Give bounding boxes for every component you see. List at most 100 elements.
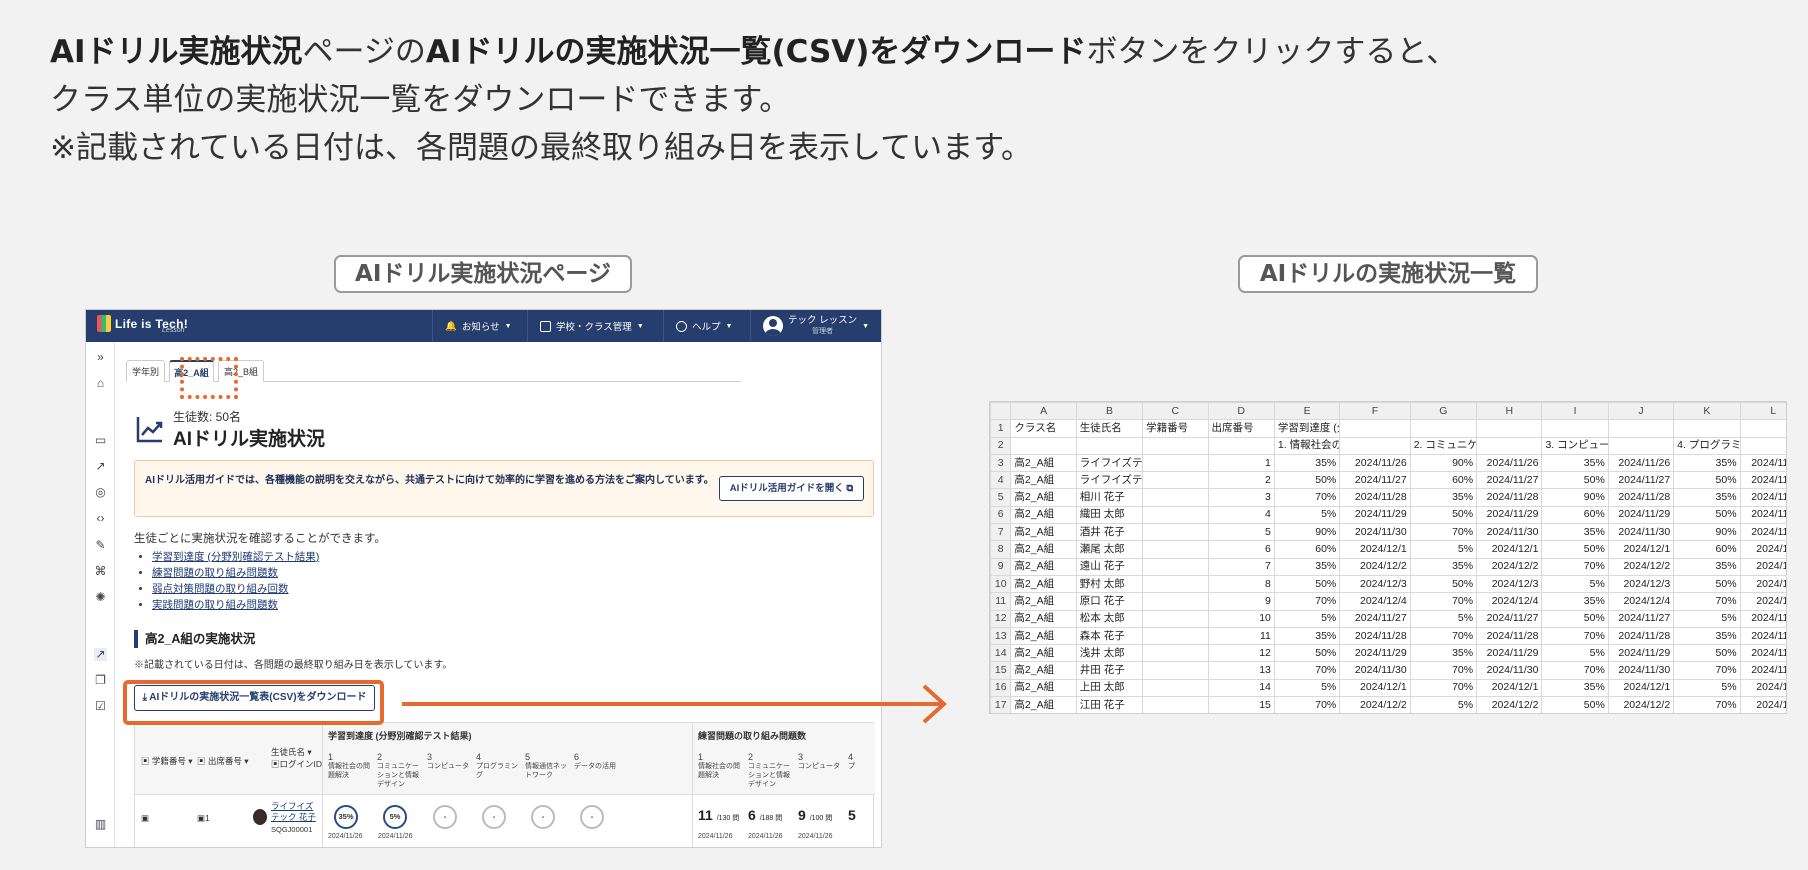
sheet-cell[interactable]: 高2_A組 bbox=[1010, 592, 1077, 611]
sheet-cell[interactable]: 35% bbox=[1273, 626, 1341, 646]
sheet-cell[interactable]: 高2_A組 bbox=[1010, 523, 1077, 542]
tab-grade[interactable]: 学年別 bbox=[126, 360, 165, 382]
trend-icon[interactable]: ↗ bbox=[94, 460, 107, 473]
sheet-cell[interactable]: 50% bbox=[1673, 644, 1741, 663]
sheet-cell[interactable]: 35% bbox=[1273, 453, 1341, 473]
sheet-cell[interactable]: 70% bbox=[1273, 661, 1341, 680]
sheet-cell[interactable] bbox=[1142, 574, 1209, 594]
sheet-cell[interactable]: 2024/12/3 bbox=[1476, 574, 1543, 594]
check-circle-icon[interactable]: ◎ bbox=[94, 486, 107, 499]
sheet-cell[interactable]: 35% bbox=[1541, 453, 1609, 473]
sheet-cell[interactable]: 2024/12/4 bbox=[1339, 592, 1411, 611]
sheet-cell[interactable]: 11 bbox=[1207, 626, 1275, 646]
sheet-cell[interactable]: 60% bbox=[1541, 505, 1609, 525]
sheet-row-number[interactable]: 6 bbox=[990, 505, 1012, 525]
home-icon[interactable]: ⌂ bbox=[94, 377, 107, 390]
sheet-cell[interactable]: 森本 花子 bbox=[1075, 626, 1144, 646]
sheet-cell[interactable]: 70% bbox=[1541, 661, 1609, 680]
sheet-cell[interactable]: 70% bbox=[1673, 592, 1741, 611]
sheet-cell[interactable]: 野村 太郎 bbox=[1075, 574, 1144, 594]
sheet-cell[interactable]: 5% bbox=[1673, 609, 1741, 628]
open-guide-button[interactable]: AIドリル活用ガイドを開く ⧉ bbox=[719, 476, 864, 501]
sheet-cell[interactable]: 70% bbox=[1541, 557, 1609, 576]
sheet-cell[interactable]: 60% bbox=[1409, 471, 1478, 490]
sheet-cell[interactable]: 70% bbox=[1409, 661, 1478, 680]
sheet-cell[interactable]: 2024/11/28 bbox=[1739, 488, 1786, 507]
sheet-cell[interactable]: 3 bbox=[1207, 488, 1275, 507]
sheet-cell[interactable]: 35% bbox=[1673, 453, 1741, 473]
sheet-cell[interactable]: 35% bbox=[1409, 488, 1478, 507]
sheet-cell[interactable] bbox=[1142, 540, 1209, 559]
sheet-cell[interactable] bbox=[1541, 419, 1609, 438]
sheet-cell[interactable] bbox=[1142, 471, 1209, 490]
sheet-cell[interactable]: 2024/12/2 bbox=[1607, 696, 1675, 713]
sheet-cell[interactable] bbox=[1607, 419, 1675, 438]
sheet-cell[interactable]: 90% bbox=[1273, 523, 1341, 542]
sheet-cell[interactable]: 2024/11/28 bbox=[1739, 626, 1786, 646]
sheet-cell[interactable]: 遠山 花子 bbox=[1075, 557, 1144, 576]
sheet-row-number[interactable]: 7 bbox=[990, 523, 1012, 542]
sheet-cell[interactable]: 2. コミュニケーションと情報デザイン bbox=[1409, 436, 1478, 455]
sheet-cell[interactable] bbox=[1739, 419, 1786, 438]
sheet-cell[interactable]: 5% bbox=[1409, 540, 1478, 559]
sheet-cell[interactable] bbox=[1142, 557, 1209, 576]
sheet-cell[interactable]: 10 bbox=[1207, 609, 1275, 628]
sheet-column-header[interactable]: A bbox=[1010, 402, 1077, 421]
row-student-name[interactable]: ライフイズテック 花子 bbox=[271, 801, 321, 823]
sheet-cell[interactable]: 70% bbox=[1541, 626, 1609, 646]
sheet-cell[interactable]: ライフイズテック 花子 bbox=[1075, 453, 1144, 473]
sheet-cell[interactable]: 2024/12/1 bbox=[1339, 540, 1411, 559]
sheet-cell[interactable]: 2 bbox=[1207, 471, 1275, 490]
sheet-cell[interactable]: 70% bbox=[1409, 626, 1478, 646]
link-weakness[interactable]: 弱点対策問題の取り組み回数 bbox=[152, 581, 319, 597]
sheet-cell[interactable]: 13 bbox=[1207, 661, 1275, 680]
sheet-cell[interactable]: 4 bbox=[1207, 505, 1275, 525]
sheet-cell[interactable]: 14 bbox=[1207, 678, 1275, 698]
sheet-cell[interactable]: 50% bbox=[1409, 505, 1478, 525]
sheet-column-header[interactable]: G bbox=[1409, 402, 1478, 421]
sheet-cell[interactable]: 江田 花子 bbox=[1075, 696, 1144, 713]
sheet-cell[interactable]: 2024/11/27 bbox=[1339, 609, 1411, 628]
sheet-cell[interactable]: 2024/11/29 bbox=[1476, 644, 1543, 663]
sheet-cell[interactable]: 35% bbox=[1673, 488, 1741, 507]
sheet-cell[interactable]: 2024/11/26 bbox=[1739, 453, 1786, 473]
sheet-cell[interactable]: 50% bbox=[1673, 574, 1741, 594]
sheet-cell[interactable]: 4. プログラミング bbox=[1673, 436, 1741, 455]
checklist-icon[interactable]: ☑ bbox=[94, 700, 107, 713]
sheet-cell[interactable]: 5% bbox=[1673, 678, 1741, 698]
sheet-cell[interactable]: 5% bbox=[1409, 609, 1478, 628]
sheet-cell[interactable]: 5% bbox=[1273, 505, 1341, 525]
sheet-cell[interactable]: 35% bbox=[1541, 592, 1609, 611]
sheet-cell[interactable] bbox=[1207, 436, 1275, 455]
sheet-cell[interactable]: 50% bbox=[1673, 471, 1741, 490]
sheet-column-header[interactable]: F bbox=[1339, 402, 1411, 421]
sheet-cell[interactable]: 2024/12/4 bbox=[1476, 592, 1543, 611]
sheet-cell[interactable] bbox=[1739, 436, 1786, 455]
sheet-cell[interactable]: 15 bbox=[1207, 696, 1275, 713]
sheet-corner[interactable] bbox=[990, 402, 1012, 421]
sheet-cell[interactable]: 90% bbox=[1673, 523, 1741, 542]
ai-drill-chart-icon[interactable]: ↗ bbox=[94, 648, 107, 661]
link-exam[interactable]: 実践問題の取り組み問題数 bbox=[152, 597, 319, 613]
sheet-cell[interactable]: 2024/11/30 bbox=[1739, 661, 1786, 680]
sheet-cell[interactable]: 70% bbox=[1409, 523, 1478, 542]
sheet-cell[interactable]: 8 bbox=[1207, 574, 1275, 594]
sheet-cell[interactable] bbox=[1607, 436, 1675, 455]
sheet-cell[interactable]: 35% bbox=[1541, 523, 1609, 542]
sheet-cell[interactable]: 高2_A組 bbox=[1010, 609, 1077, 628]
sheet-cell[interactable]: 2024/12/3 bbox=[1739, 574, 1786, 594]
sheet-cell[interactable] bbox=[1142, 488, 1209, 507]
sheet-cell[interactable] bbox=[1409, 419, 1478, 438]
sheet-cell[interactable]: 高2_A組 bbox=[1010, 626, 1077, 646]
sheet-cell[interactable]: 2024/12/2 bbox=[1739, 696, 1786, 713]
sheet-cell[interactable]: 2024/11/28 bbox=[1339, 626, 1411, 646]
sheet-cell[interactable]: 2024/12/1 bbox=[1339, 678, 1411, 698]
sheet-column-header[interactable]: I bbox=[1541, 402, 1609, 421]
sheet-cell[interactable] bbox=[1142, 609, 1209, 628]
sheet-cell[interactable]: 高2_A組 bbox=[1010, 471, 1077, 490]
sheet-column-header[interactable]: H bbox=[1476, 402, 1543, 421]
nav-class-management[interactable]: 学校・クラス管理 ▼ bbox=[527, 310, 656, 342]
sheet-cell[interactable]: 高2_A組 bbox=[1010, 644, 1077, 663]
sheet-cell[interactable]: 50% bbox=[1273, 574, 1341, 594]
sheet-column-header[interactable]: L bbox=[1739, 402, 1786, 421]
